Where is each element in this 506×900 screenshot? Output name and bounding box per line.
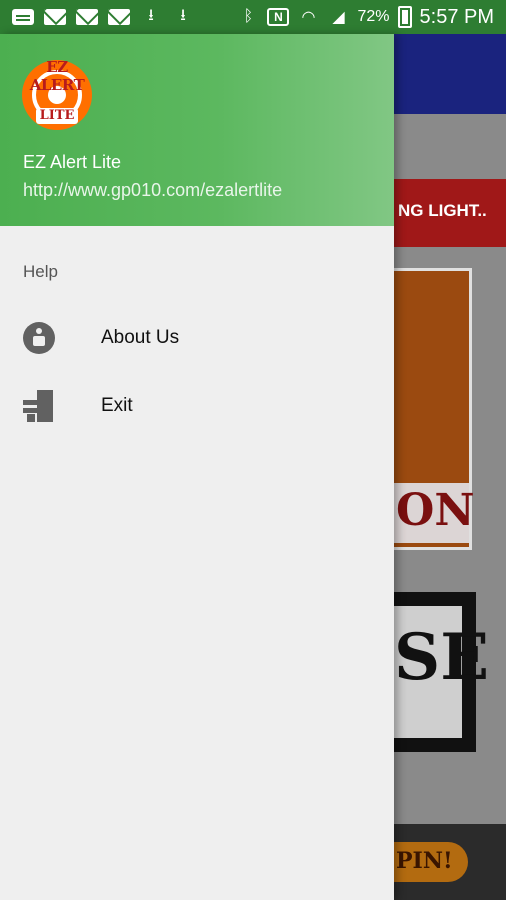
download-icon: ⭳: [148, 6, 154, 24]
exit-icon: [23, 390, 57, 424]
logo-top-text: EZ ALERT: [29, 58, 85, 94]
email-icon: [44, 9, 66, 25]
app-url: http://www.gp010.com/ezalertlite: [23, 180, 283, 200]
app-logo: EZ ALERT LITE: [22, 58, 92, 130]
spin-button: PIN!: [394, 842, 468, 882]
navigation-drawer: EZ ALERT LITE EZ Alert Lite http://www.g…: [0, 34, 394, 900]
message-icon: [12, 9, 34, 25]
background-banner: NG LIGHT..: [394, 179, 506, 247]
clock: 5:57 PM: [419, 5, 494, 28]
background-app[interactable]: NG LIGHT.. ON SE PIN!: [394, 34, 506, 900]
caution-sign-image: ON: [394, 268, 475, 550]
menu-item-about-us[interactable]: About Us: [0, 310, 394, 366]
wifi-icon: ◠: [301, 9, 316, 26]
logo-bottom-text: LITE: [36, 108, 78, 124]
menu-item-label: Exit: [101, 395, 133, 416]
background-banner-text: NG LIGHT..: [398, 201, 487, 220]
sign-text: SE: [394, 620, 489, 695]
background-bottom-bar: PIN!: [394, 824, 506, 900]
notification-icons: ⭳ ⭳: [0, 6, 237, 26]
help-section-label: Help: [23, 262, 58, 281]
download-icon: ⭳: [180, 6, 186, 24]
spin-button-label: PIN!: [396, 848, 453, 874]
app-name: EZ Alert Lite: [23, 152, 122, 172]
gmail-icon: [108, 9, 130, 25]
email-icon: [76, 9, 98, 25]
battery-icon: [397, 6, 412, 28]
menu-item-label: About Us: [101, 327, 180, 348]
signal-icon: ◢: [332, 9, 345, 26]
system-icons: ᛒ N ◠ ◢ 72% 5:57 PM: [237, 6, 506, 29]
bluetooth-icon: ᛒ: [243, 8, 254, 25]
nfc-icon: N: [267, 8, 290, 26]
menu-item-exit[interactable]: Exit: [0, 378, 394, 434]
status-bar: ⭳ ⭳ ᛒ N ◠ ◢ 72% 5:57 PM: [0, 0, 506, 34]
info-icon: [23, 322, 57, 356]
caution-sign-caption: ON: [394, 483, 475, 543]
battery-percent: 72%: [357, 8, 390, 25]
drawer-header: EZ ALERT LITE EZ Alert Lite http://www.g…: [0, 34, 394, 226]
background-toolbar: [394, 34, 506, 114]
caution-sign-text: ON: [396, 485, 475, 536]
sign-image: SE: [394, 592, 489, 752]
